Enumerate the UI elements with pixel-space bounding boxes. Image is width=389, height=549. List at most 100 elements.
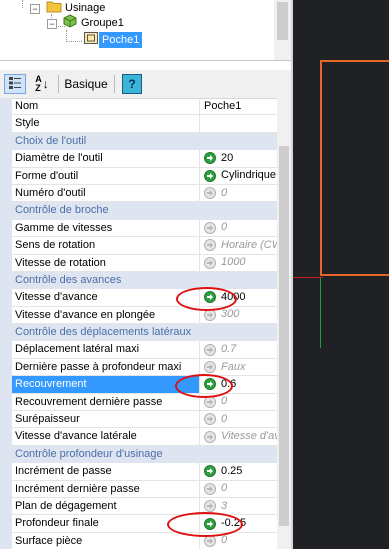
property-row-profondeur-finale[interactable]: Profondeur finale -0.25 [0,515,277,533]
parameter-inherited-icon[interactable] [204,221,216,234]
property-row-surepaisseur[interactable]: Surépaisseur 0 [0,411,277,429]
property-value-cell[interactable]: 0 [200,220,277,238]
property-value[interactable]: Faux [221,359,245,375]
property-row-forme-d-outil[interactable]: Forme d'outil Cylindrique [0,167,277,185]
property-row-vitesse-d-avance-en-plongee[interactable]: Vitesse d'avance en plongée 300 [0,306,277,325]
property-row-increment-derniere-passe[interactable]: Incrément dernière passe 0 [0,480,277,498]
property-row-vitesse-de-rotation[interactable]: Vitesse de rotation 1000 [0,254,277,272]
property-value-cell[interactable]: 0.6 [200,376,277,394]
property-value[interactable]: 0 [221,411,227,427]
property-value-cell[interactable]: 0.7 [200,341,277,359]
parameter-inherited-icon[interactable] [204,430,216,443]
parameter-inherited-icon[interactable] [204,361,216,374]
categorized-view-button[interactable] [4,74,26,94]
parameter-inherited-icon[interactable] [204,256,216,269]
property-value-cell[interactable]: 0.25 [200,463,277,481]
property-value[interactable]: 0 [221,394,227,410]
parameter-inherited-icon[interactable] [204,343,216,356]
category-controle-des-deplacements-lateraux[interactable]: Contrôle des déplacements latéraux [0,324,277,342]
property-name: Plan de dégagement [12,497,200,516]
property-value-cell[interactable]: -0.25 [200,515,277,533]
property-row-derniere-passe-a-profondeur-maxi[interactable]: Dernière passe à profondeur maxi Faux [0,358,277,377]
property-value-cell[interactable]: Cylindrique [200,168,277,185]
property-row-surface-piece[interactable]: Surface pièce 0 [0,532,277,549]
parameter-inherited-icon[interactable] [204,413,216,426]
property-row-vitesse-d-avance[interactable]: Vitesse d'avance 4000 [0,289,277,307]
parameter-inherited-icon[interactable] [204,482,216,495]
parameter-inherited-icon[interactable] [204,187,216,200]
property-value[interactable]: 0 [221,533,227,549]
property-value-cell[interactable]: Vitesse d'avance [200,428,277,446]
property-row-deplacement-lateral-maxi[interactable]: Déplacement latéral maxi 0.7 [0,341,277,359]
property-row-style[interactable]: Style [0,115,277,133]
property-value-cell[interactable]: 0 [200,533,277,549]
property-row-increment-de-passe[interactable]: Incrément de passe 0.25 [0,463,277,481]
property-value[interactable]: Cylindrique [221,168,276,184]
category-controle-des-avances[interactable]: Contrôle des avances [0,271,277,290]
property-value[interactable]: 300 [221,307,239,323]
property-row-gamme-de-vitesses[interactable]: Gamme de vitesses 0 [0,219,277,238]
property-value[interactable]: Vitesse d'avance [221,428,277,444]
tree-item-poche1[interactable]: Poche1 [83,31,143,48]
scrollbar-thumb[interactable] [277,2,288,40]
sort-alphabetical-button[interactable]: AZ ↓ [30,74,54,94]
parameter-active-icon[interactable] [204,465,216,478]
parameter-active-icon[interactable] [204,291,216,304]
property-value[interactable]: 0 [221,185,227,201]
property-value-cell[interactable]: 0 [200,411,277,429]
mode-basique-button[interactable]: Basique [63,74,109,94]
parameter-active-icon[interactable] [204,169,216,182]
row-gutter [0,532,12,549]
property-grid-scrollbar[interactable] [277,98,291,549]
property-value[interactable]: 4000 [221,289,245,305]
property-row-vitesse-d-avance-laterale[interactable]: Vitesse d'avance latérale Vitesse d'avanc… [0,428,277,446]
scrollbar-thumb[interactable] [279,146,289,526]
parameter-inherited-icon[interactable] [204,239,216,252]
property-value-cell[interactable]: 20 [200,150,277,168]
property-value[interactable]: 20 [221,150,233,166]
category-controle-profondeur-d-usinage[interactable]: Contrôle profondeur d'usinage [0,445,277,464]
property-value[interactable]: Horaire (CW) [221,237,277,253]
property-value[interactable]: 0 [221,220,227,236]
tree-expander[interactable]: − [47,19,57,29]
property-value-cell[interactable]: Horaire (CW) [200,237,277,255]
property-value[interactable]: 3 [221,498,227,514]
parameter-inherited-icon[interactable] [204,500,216,513]
property-row-plan-de-degagement[interactable]: Plan de dégagement 3 [0,497,277,516]
parameter-active-icon[interactable] [204,517,216,530]
category-choix-de-l-outil[interactable]: Choix de l'outil [0,132,277,151]
category-controle-de-broche[interactable]: Contrôle de broche [0,202,277,220]
property-value-cell[interactable]: 3 [200,498,277,516]
property-value-cell[interactable]: Poche1 [200,98,277,116]
property-value-cell[interactable]: 1000 [200,255,277,272]
property-value-cell[interactable]: Faux [200,359,277,377]
property-row-recouvrement[interactable]: Recouvrement 0.6 [0,376,277,394]
property-value-cell[interactable] [200,115,277,133]
property-value[interactable]: 0 [221,481,227,497]
parameter-inherited-icon[interactable] [204,308,216,321]
property-value-cell[interactable]: 0 [200,185,277,203]
tree-expander[interactable]: − [30,4,40,14]
property-value[interactable]: 0.6 [221,376,236,392]
property-row-numero-d-outil[interactable]: Numéro d'outil 0 [0,184,277,203]
parameter-inherited-icon[interactable] [204,534,216,547]
help-button[interactable]: ? [122,74,142,94]
tree-scrollbar[interactable] [274,0,291,60]
property-value-cell[interactable]: 4000 [200,289,277,307]
property-value[interactable]: 0.7 [221,341,236,357]
property-value[interactable]: 1000 [221,255,245,271]
property-value-cell[interactable]: 300 [200,307,277,325]
parameter-active-icon[interactable] [204,378,216,391]
property-value[interactable]: Poche1 [204,98,241,114]
property-value-cell[interactable]: 0 [200,394,277,412]
property-row-sens-de-rotation[interactable]: Sens de rotation Horaire (CW) [0,237,277,255]
property-row-diametre-de-l-outil[interactable]: Diamètre de l'outil 20 [0,150,277,168]
tree-item-groupe1[interactable]: Groupe1 [62,13,127,31]
property-value[interactable]: -0.25 [221,515,246,531]
parameter-inherited-icon[interactable] [204,395,216,408]
parameter-active-icon[interactable] [204,152,216,165]
property-row-recouvrement-derniere-passe[interactable]: Recouvrement dernière passe 0 [0,393,277,412]
property-value-cell[interactable]: 0 [200,481,277,498]
property-value[interactable]: 0.25 [221,463,242,479]
property-row-nom[interactable]: Nom Poche1 [0,98,277,116]
